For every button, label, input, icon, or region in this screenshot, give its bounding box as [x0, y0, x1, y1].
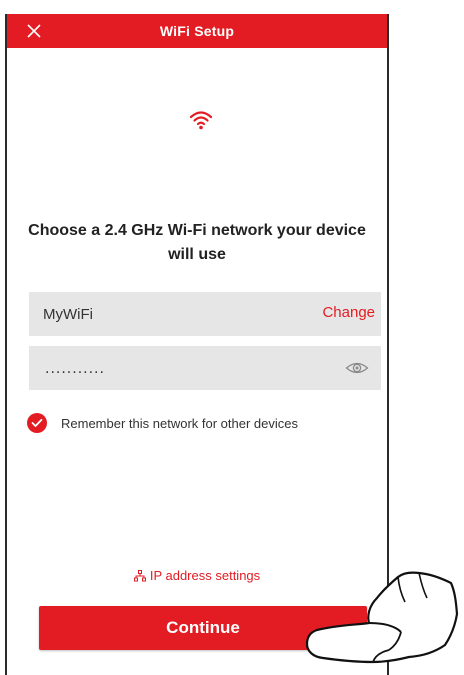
remember-checkbox[interactable] [27, 413, 47, 433]
password-input[interactable] [43, 358, 337, 380]
remember-label: Remember this network for other devices [61, 415, 298, 431]
setup-heading: Choose a 2.4 GHz Wi-Fi network your devi… [28, 222, 366, 263]
ip-settings-label: IP address settings [149, 568, 261, 583]
page-title: WiFi Setup [159, 23, 235, 39]
header-bar: WiFi Setup [7, 14, 387, 48]
network-field: MyWiFi Change [29, 292, 381, 336]
password-field [29, 346, 381, 390]
remember-network-row: Remember this network for other devices [27, 412, 298, 434]
screen: WiFi Setup Choose a 2.4 GHz Wi-Fi networ… [0, 0, 464, 675]
ip-address-settings-link[interactable]: IP address settings [7, 568, 387, 585]
wifi-icon [189, 108, 213, 132]
network-icon [133, 570, 146, 585]
change-network-link[interactable]: Change [322, 304, 375, 321]
checkmark-icon [31, 418, 43, 427]
continue-button[interactable]: Continue [39, 606, 367, 650]
eye-icon[interactable] [345, 358, 369, 378]
phone-frame: WiFi Setup Choose a 2.4 GHz Wi-Fi networ… [5, 14, 389, 675]
network-name: MyWiFi [43, 306, 93, 323]
